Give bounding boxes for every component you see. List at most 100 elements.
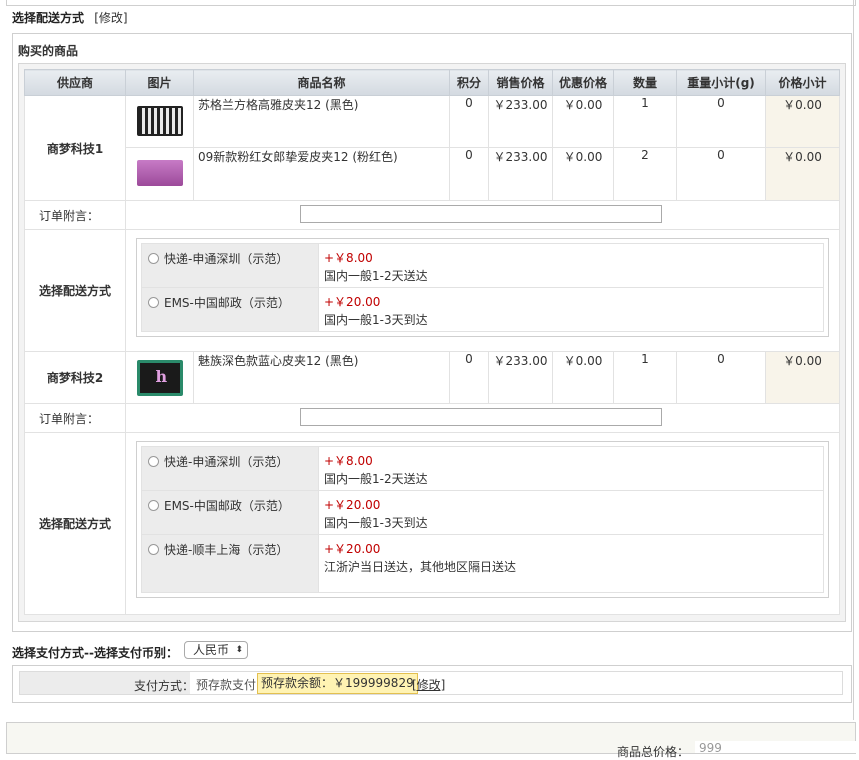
delivery-modify-link[interactable]: [修改] [94,11,127,25]
shipping-fee: +￥8.00 [324,251,373,265]
shipping-desc: 江浙沪当日送达，其他地区隔日送达 [324,560,517,574]
shipping-fee: +￥20.00 [324,295,381,309]
order-message-cell [125,200,840,230]
order-message-input[interactable] [300,205,662,223]
shipping-options-table: 快递-申通深圳（示范） +￥8.00 国内一般1-2天送达 EMS-中国邮政（示范… [141,446,824,593]
shipping-option[interactable]: 快递-申通深圳（示范） +￥8.00 国内一般1-2天送达 [141,243,824,288]
radio-button[interactable] [148,253,159,264]
product-discount: ￥0.00 [552,351,614,404]
product-name[interactable]: 09新款粉红女郎挚爱皮夹12 (粉红色) [193,147,450,201]
shipping-desc: 国内一般1-2天送达 [324,269,428,283]
total-price-value: 999 [695,741,859,755]
table-row: 商梦科技2 魅族深色款蓝心皮夹12 (黑色) 0 ￥233.00 ￥0.00 1… [24,351,840,404]
product-price: ￥233.00 [488,95,553,148]
radio-button[interactable] [148,297,159,308]
goods-table-header: 供应商 图片 商品名称 积分 销售价格 优惠价格 数量 重量小计(g) 价格小计 [24,69,840,96]
col-product-name: 商品名称 [193,69,450,96]
order-message-label: 订单附言： [24,200,126,230]
payment-modify-link[interactable]: [修改] [412,676,445,693]
product-subtotal: ￥0.00 [765,147,840,201]
col-discount-price: 优惠价格 [552,69,614,96]
payment-method-label: 支付方式： [134,679,195,693]
shipping-option-name[interactable]: 快递-申通深圳（示范） [164,252,288,266]
product-image-cell [125,351,194,404]
radio-button[interactable] [148,500,159,511]
col-price-subtotal: 价格小计 [765,69,840,96]
select-arrows-icon: ⬍ [235,645,243,655]
product-price: ￥233.00 [488,351,553,404]
product-points: 0 [449,95,489,148]
shipping-options-table: 快递-申通深圳（示范） +￥8.00 国内一般1-2天送达 EMS-中国邮政（示范… [141,243,824,332]
product-qty: 2 [613,147,677,201]
order-message-input[interactable] [300,408,662,426]
product-name[interactable]: 苏格兰方格高雅皮夹12 (黑色) [193,95,450,148]
shipping-label: 选择配送方式 [24,432,126,615]
order-message-cell [125,403,840,433]
prepaid-balance-badge: 预存款余额：￥199999829 [257,673,418,694]
product-qty: 1 [613,95,677,148]
product-subtotal: ￥0.00 [765,95,840,148]
product-name[interactable]: 魅族深色款蓝心皮夹12 (黑色) [193,351,450,404]
order-message-row: 订单附言： [24,200,840,230]
shipping-option[interactable]: EMS-中国邮政（示范） +￥20.00 国内一般1-3天到达 [141,287,824,332]
shipping-option-name[interactable]: 快递-申通深圳（示范） [164,455,288,469]
shipping-cell: 快递-申通深圳（示范） +￥8.00 国内一般1-2天送达 EMS-中国邮政（示范… [125,229,840,352]
goods-section-title: 购买的商品 [18,44,79,58]
order-summary-strip: 商品总价格： 999 [6,722,859,759]
shipping-option[interactable]: 快递-顺丰上海（示范） +￥20.00 江浙沪当日送达，其他地区隔日送达 [141,534,824,593]
delivery-section-title: 选择配送方式 [修改] [12,9,128,26]
shipping-option-name[interactable]: 快递-顺丰上海（示范） [164,543,288,557]
product-weight: 0 [676,147,766,201]
plaid-wallet-thumbnail[interactable] [136,106,183,136]
col-supplier: 供应商 [24,69,126,96]
shipping-desc: 国内一般1-2天送达 [324,472,428,486]
previous-section-frame [6,0,856,6]
product-discount: ￥0.00 [552,147,614,201]
col-points: 积分 [449,69,489,96]
dark-wallet-thumbnail[interactable] [136,360,183,396]
currency-select[interactable]: 人民币 ⬍ [184,641,248,659]
delivery-title-text: 选择配送方式 [12,11,85,25]
product-subtotal: ￥0.00 [765,351,840,404]
payment-method-row: 支付方式： 预存款支付 预存款余额：￥199999829 [修改] [19,671,843,695]
shipping-desc: 国内一般1-3天到达 [324,313,428,327]
page-right-border [853,0,854,720]
order-message-row: 订单附言： [24,403,840,433]
col-sale-price: 销售价格 [488,69,553,96]
pink-wallet-thumbnail[interactable] [136,160,183,186]
order-message-label: 订单附言： [24,403,126,433]
product-qty: 1 [613,351,677,404]
supplier-name: 商梦科技2 [24,351,126,404]
shipping-option-name[interactable]: EMS-中国邮政（示范） [164,499,290,513]
product-discount: ￥0.00 [552,95,614,148]
shipping-row: 选择配送方式 快递-申通深圳（示范） +￥8.00 国内一般1-2天送达 EMS-… [24,432,840,615]
shipping-fee: +￥20.00 [324,542,381,556]
currency-value[interactable]: 人民币 [193,643,229,657]
radio-button[interactable] [148,544,159,555]
product-weight: 0 [676,351,766,404]
shipping-desc: 国内一般1-3天到达 [324,516,428,530]
product-image-cell [125,147,194,201]
product-points: 0 [449,351,489,404]
product-points: 0 [449,147,489,201]
shipping-option[interactable]: EMS-中国邮政（示范） +￥20.00 国内一般1-3天到达 [141,490,824,535]
shipping-row: 选择配送方式 快递-申通深圳（示范） +￥8.00 国内一般1-2天送达 EMS-… [24,229,840,352]
total-price-label: 商品总价格： [617,745,690,759]
goods-table: 供应商 图片 商品名称 积分 销售价格 优惠价格 数量 重量小计(g) 价格小计… [24,69,840,615]
product-weight: 0 [676,95,766,148]
payment-section-title: 选择支付方式--选择支付币别： [12,646,178,660]
shipping-option-name[interactable]: EMS-中国邮政（示范） [164,296,290,310]
col-weight-subtotal: 重量小计(g) [676,69,766,96]
payment-method-value: 预存款支付 [196,678,257,692]
radio-button[interactable] [148,456,159,467]
table-row: 商梦科技1 苏格兰方格高雅皮夹12 (黑色) 0 ￥233.00 ￥0.00 1… [24,95,840,201]
shipping-fee: +￥8.00 [324,454,373,468]
shipping-fee: +￥20.00 [324,498,381,512]
col-quantity: 数量 [613,69,677,96]
supplier-name: 商梦科技1 [24,95,126,201]
shipping-option[interactable]: 快递-申通深圳（示范） +￥8.00 国内一般1-2天送达 [141,446,824,491]
shipping-cell: 快递-申通深圳（示范） +￥8.00 国内一般1-2天送达 EMS-中国邮政（示范… [125,432,840,615]
col-image: 图片 [125,69,194,96]
payment-method-value-area: 预存款支付 预存款余额：￥199999829 [修改] [190,672,842,694]
product-price: ￥233.00 [488,147,553,201]
